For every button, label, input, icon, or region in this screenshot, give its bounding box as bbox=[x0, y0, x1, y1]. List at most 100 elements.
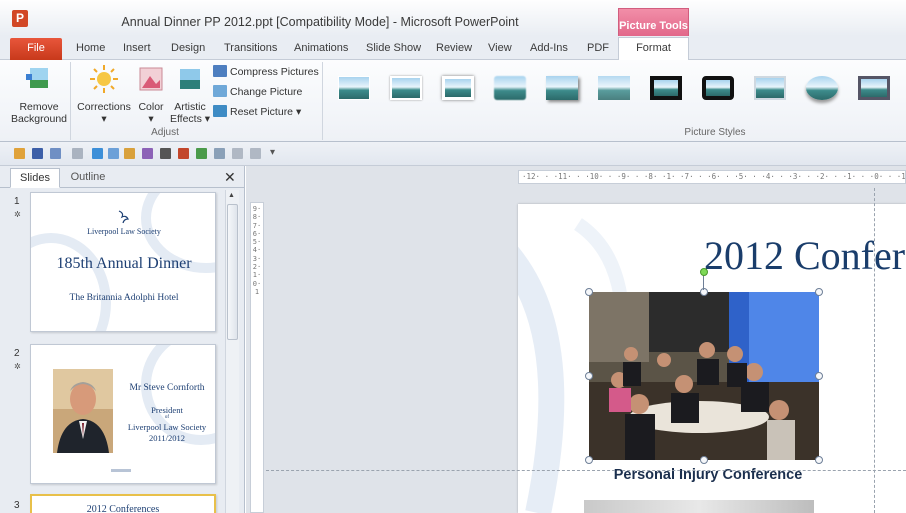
resize-handle-top[interactable] bbox=[700, 288, 708, 296]
ribbon-tab-bar: File Home Insert Design Transitions Anim… bbox=[0, 36, 906, 61]
resize-handle-left[interactable] bbox=[585, 372, 593, 380]
select-icon[interactable] bbox=[250, 148, 261, 159]
president-role: President bbox=[151, 405, 183, 415]
slide-thumbnail-1[interactable]: Liverpool Law Society 185th Annual Dinne… bbox=[30, 192, 216, 332]
artistic-effects-icon bbox=[180, 69, 200, 89]
group-separator bbox=[70, 62, 71, 140]
resize-handle-bottom-right[interactable] bbox=[815, 456, 823, 464]
tab-slide-show[interactable]: Slide Show bbox=[360, 40, 427, 60]
rotation-stem bbox=[703, 274, 704, 290]
tab-add-ins[interactable]: Add-Ins bbox=[524, 40, 574, 60]
new-slide-icon[interactable] bbox=[178, 148, 189, 159]
undo-icon[interactable] bbox=[72, 148, 83, 159]
logo-mark bbox=[111, 469, 131, 472]
vertical-guide[interactable] bbox=[874, 188, 875, 513]
picture-style-soft-edge[interactable] bbox=[386, 70, 426, 106]
tab-file[interactable]: File bbox=[10, 38, 62, 60]
second-photo-partial[interactable] bbox=[584, 500, 814, 513]
close-icon[interactable]: ✕ bbox=[224, 169, 236, 186]
resize-handle-right[interactable] bbox=[815, 372, 823, 380]
tab-format[interactable]: Format bbox=[618, 37, 689, 61]
picture-style-black-frame[interactable] bbox=[646, 70, 686, 106]
group-separator bbox=[322, 62, 323, 140]
picture-style-black-rounded[interactable] bbox=[698, 70, 738, 106]
slide-number: 1 bbox=[14, 196, 20, 207]
reset-picture-button[interactable]: Reset Picture ▾ bbox=[213, 104, 301, 120]
picture-style-bevel[interactable] bbox=[750, 70, 790, 106]
shapes-icon[interactable] bbox=[196, 148, 207, 159]
picture-style-metal-frame[interactable] bbox=[854, 70, 894, 106]
picture-style-drop-shadow[interactable] bbox=[542, 70, 582, 106]
resize-handle-bottom-left[interactable] bbox=[585, 456, 593, 464]
save-as-icon[interactable] bbox=[50, 148, 61, 159]
change-picture-button[interactable]: Change Picture bbox=[213, 84, 302, 100]
slides-pane-tabs: Slides Outline ✕ bbox=[0, 166, 245, 188]
title-bar: P Annual Dinner PP 2012.ppt [Compatibili… bbox=[0, 0, 906, 36]
horizontal-guide[interactable] bbox=[266, 470, 906, 471]
remove-background-button[interactable]: Remove Background bbox=[8, 64, 70, 125]
redo-icon[interactable] bbox=[92, 148, 103, 159]
tab-view[interactable]: View bbox=[482, 40, 518, 60]
tab-animations[interactable]: Animations bbox=[288, 40, 354, 60]
color-icon bbox=[139, 67, 163, 91]
compress-pictures-button[interactable]: Compress Pictures bbox=[213, 64, 319, 80]
resize-handle-top-right[interactable] bbox=[815, 288, 823, 296]
liver-bird-logo-icon bbox=[118, 210, 129, 224]
change-picture-icon bbox=[213, 85, 227, 97]
president-name: Mr Steve Cornforth bbox=[129, 383, 205, 393]
slides-pane: Slides Outline ✕ 1 ✲ Liverpool Law Socie… bbox=[0, 166, 245, 513]
adjust-group-label: Adjust bbox=[151, 127, 179, 138]
arrange-icon[interactable] bbox=[214, 148, 225, 159]
slide-title[interactable]: 2012 Conferences bbox=[704, 232, 906, 279]
picture-style-oval[interactable] bbox=[802, 70, 842, 106]
artistic-effects-button[interactable]: Artistic Effects ▾ bbox=[168, 64, 212, 125]
slide-number: 3 bbox=[14, 500, 20, 511]
dropdown-arrow-icon: ▾ bbox=[101, 113, 107, 125]
slide-thumbnail-3[interactable]: 2012 Conferences bbox=[30, 494, 216, 513]
dropdown-arrow-icon: ▾ bbox=[148, 113, 154, 125]
scroll-up-icon[interactable]: ▲ bbox=[228, 192, 235, 199]
tab-insert[interactable]: Insert bbox=[117, 40, 157, 60]
tab-transitions[interactable]: Transitions bbox=[218, 40, 283, 60]
spelling-icon[interactable] bbox=[160, 148, 171, 159]
save-icon[interactable] bbox=[32, 148, 43, 159]
picture-style-soft-rectangle[interactable] bbox=[490, 70, 530, 106]
tab-outline[interactable]: Outline bbox=[62, 168, 114, 188]
tab-pdf[interactable]: PDF bbox=[581, 40, 615, 60]
corrections-button[interactable]: Corrections ▾ bbox=[74, 64, 134, 125]
tab-home[interactable]: Home bbox=[70, 40, 111, 60]
resize-handle-bottom[interactable] bbox=[700, 456, 708, 464]
compress-icon bbox=[213, 65, 227, 77]
remove-background-icon bbox=[26, 68, 48, 88]
slide-number: 2 bbox=[14, 348, 20, 359]
slide-thumbnail-2[interactable]: Mr Steve Cornforth President of Liverpoo… bbox=[30, 344, 216, 484]
open-icon[interactable] bbox=[14, 148, 25, 159]
picture-style-thick-frame[interactable] bbox=[438, 70, 478, 106]
tab-slides[interactable]: Slides bbox=[10, 168, 60, 188]
slide-subtitle: The Britannia Adolphi Hotel bbox=[69, 293, 179, 303]
ribbon-body: Remove Background Corrections ▾ Color ▾ bbox=[0, 60, 906, 142]
customize-toolbar-icon[interactable]: ▾ bbox=[270, 147, 275, 158]
resize-handle-top-left[interactable] bbox=[585, 288, 593, 296]
current-slide[interactable]: 2012 Conferences bbox=[518, 204, 906, 513]
conference-photo[interactable] bbox=[589, 292, 819, 460]
picture-style-reflected[interactable] bbox=[594, 70, 634, 106]
format-painter-icon[interactable] bbox=[142, 148, 153, 159]
president-org: Liverpool Law Society bbox=[127, 422, 207, 432]
animation-indicator-icon: ✲ bbox=[14, 362, 21, 371]
copy-icon[interactable] bbox=[108, 148, 119, 159]
window-title: Annual Dinner PP 2012.ppt [Compatibility… bbox=[121, 15, 519, 29]
picture-tools-contextual-label: Picture Tools bbox=[618, 8, 689, 36]
rotation-handle[interactable] bbox=[700, 268, 708, 276]
tab-design[interactable]: Design bbox=[165, 40, 211, 60]
picture-style-simple-frame[interactable] bbox=[334, 70, 374, 106]
paste-icon[interactable] bbox=[124, 148, 135, 159]
color-button[interactable]: Color ▾ bbox=[134, 64, 168, 125]
slide-editing-area: ·12· · ·11· · ·10· · ·9· · ·8· ·1· ·7· ·… bbox=[246, 166, 906, 513]
scrollbar-thumb[interactable] bbox=[227, 204, 238, 340]
grid-icon[interactable] bbox=[232, 148, 243, 159]
vertical-ruler[interactable]: 9·8·7·6·5·4·3·2·1·0·1 bbox=[250, 202, 264, 513]
slides-pane-scrollbar[interactable]: ▲ bbox=[225, 190, 239, 513]
tab-review[interactable]: Review bbox=[430, 40, 478, 60]
horizontal-ruler[interactable]: ·12· · ·11· · ·10· · ·9· · ·8· ·1· ·7· ·… bbox=[518, 170, 906, 184]
